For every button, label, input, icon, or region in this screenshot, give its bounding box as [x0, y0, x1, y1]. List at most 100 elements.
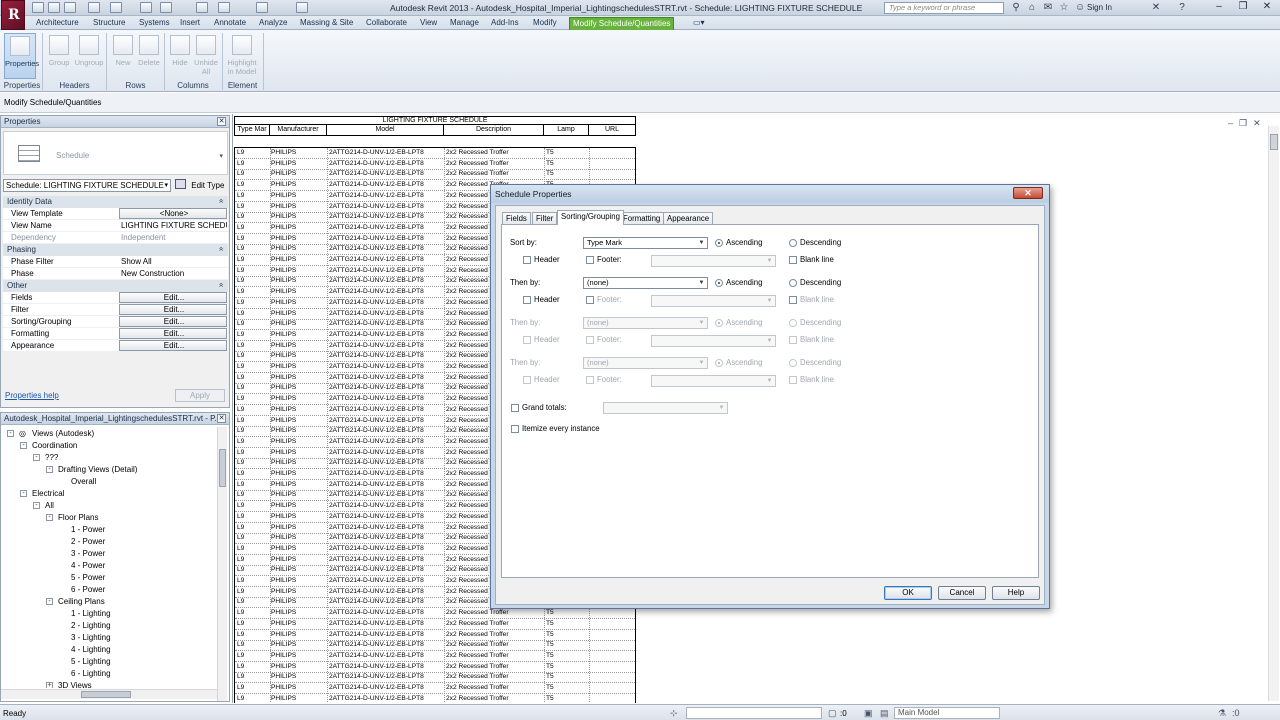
table-cell[interactable]: L9	[237, 426, 244, 436]
tab-collaborate[interactable]: Collaborate	[363, 17, 410, 30]
table-cell[interactable]: 2ATTG214-D-UNV-1/2-EB-LPT8	[329, 490, 424, 500]
table-cell[interactable]: L9	[237, 619, 244, 629]
search-input[interactable]: Type a keyword or phrase	[884, 2, 1004, 14]
table-cell[interactable]: L9	[237, 287, 244, 297]
table-cell[interactable]: 2ATTG214-D-UNV-1/2-EB-LPT8	[329, 255, 424, 265]
table-cell[interactable]: L9	[237, 469, 244, 479]
thin-lines-icon[interactable]	[256, 2, 268, 13]
table-cell[interactable]: L9	[237, 555, 244, 565]
property-edit-button[interactable]: Edit...	[119, 340, 227, 351]
tab-massing-site[interactable]: Massing & Site	[297, 17, 356, 30]
table-cell[interactable]: PHILIPS	[271, 458, 296, 468]
table-cell[interactable]: L9	[237, 640, 244, 650]
table-cell[interactable]: 2ATTG214-D-UNV-1/2-EB-LPT8	[329, 266, 424, 276]
table-cell[interactable]: PHILIPS	[271, 169, 296, 179]
table-row[interactable]: L9 PHILIPS 2ATTG214-D-UNV-1/2-EB-LPT8 2x2 R…	[235, 608, 635, 620]
table-cell[interactable]: L9	[237, 212, 244, 222]
table-cell[interactable]: L9	[237, 330, 244, 340]
table-cell[interactable]: PHILIPS	[271, 523, 296, 533]
table-cell[interactable]: PHILIPS	[271, 469, 296, 479]
table-cell[interactable]: T5	[546, 148, 554, 158]
help-icon[interactable]: ?	[1176, 2, 1188, 14]
tab-insert[interactable]: Insert	[177, 17, 203, 30]
table-cell[interactable]: 2x2 Recessed Troffer	[446, 672, 509, 682]
tab-manage[interactable]: Manage	[447, 17, 482, 30]
tree-toggle-icon[interactable]: -	[33, 454, 40, 461]
tree-toggle-icon[interactable]: -	[33, 502, 40, 509]
table-cell[interactable]: 2x2 Recessed Troffer	[446, 619, 509, 629]
ascending-radio[interactable]	[715, 239, 723, 247]
table-cell[interactable]: PHILIPS	[271, 309, 296, 319]
cancel-button[interactable]: Cancel	[938, 586, 986, 600]
table-cell[interactable]: L9	[237, 683, 244, 693]
table-cell[interactable]: L9	[237, 662, 244, 672]
table-cell[interactable]: PHILIPS	[271, 287, 296, 297]
tab-annotate[interactable]: Annotate	[211, 17, 249, 30]
tab-appearance[interactable]: Appearance	[663, 212, 714, 224]
table-row[interactable]: L9 PHILIPS 2ATTG214-D-UNV-1/2-EB-LPT8 2x2 R…	[235, 672, 635, 684]
table-cell[interactable]: PHILIPS	[271, 383, 296, 393]
property-edit-button[interactable]: Edit...	[119, 316, 227, 327]
sort-field-select[interactable]: (none) ▼	[583, 277, 708, 289]
table-cell[interactable]: L9	[237, 223, 244, 233]
table-cell[interactable]: PHILIPS	[271, 319, 296, 329]
table-cell[interactable]: 2ATTG214-D-UNV-1/2-EB-LPT8	[329, 523, 424, 533]
workset-field[interactable]	[686, 707, 822, 719]
column-header[interactable]: Manufacturer	[270, 125, 327, 135]
property-edit-button[interactable]: Edit...	[119, 328, 227, 339]
table-cell[interactable]: PHILIPS	[271, 202, 296, 212]
table-cell[interactable]: 2x2 Recessed Troffer	[446, 159, 509, 169]
tree-item[interactable]: 3 - Power	[71, 548, 105, 559]
table-cell[interactable]: 2ATTG214-D-UNV-1/2-EB-LPT8	[329, 555, 424, 565]
tab-systems[interactable]: Systems	[136, 17, 173, 30]
table-row[interactable]: L9 PHILIPS 2ATTG214-D-UNV-1/2-EB-LPT8 2x2 R…	[235, 619, 635, 630]
tree-toggle-icon[interactable]: -	[7, 430, 14, 437]
table-cell[interactable]: 2ATTG214-D-UNV-1/2-EB-LPT8	[329, 287, 424, 297]
table-cell[interactable]: 2ATTG214-D-UNV-1/2-EB-LPT8	[329, 383, 424, 393]
property-edit-button[interactable]: Edit...	[119, 304, 227, 315]
subscription-icon[interactable]: ⌂	[1026, 2, 1038, 14]
table-cell[interactable]: 2ATTG214-D-UNV-1/2-EB-LPT8	[329, 533, 424, 543]
table-row[interactable]: L9 PHILIPS 2ATTG214-D-UNV-1/2-EB-LPT8 2x2 R…	[235, 651, 635, 662]
tree-toggle-icon[interactable]: -	[20, 442, 27, 449]
table-cell[interactable]: L9	[237, 202, 244, 212]
table-cell[interactable]: L9	[237, 266, 244, 276]
property-value[interactable]: LIGHTING FIXTURE SCHEDU...	[119, 220, 227, 231]
table-cell[interactable]: PHILIPS	[271, 608, 296, 618]
table-cell[interactable]: T5	[546, 672, 554, 682]
table-cell[interactable]: PHILIPS	[271, 651, 296, 661]
table-cell[interactable]: 2ATTG214-D-UNV-1/2-EB-LPT8	[329, 512, 424, 522]
table-cell[interactable]: 2ATTG214-D-UNV-1/2-EB-LPT8	[329, 630, 424, 640]
itemize-checkbox[interactable]	[511, 425, 519, 433]
table-cell[interactable]: L9	[237, 351, 244, 361]
table-cell[interactable]: PHILIPS	[271, 341, 296, 351]
text-icon[interactable]	[196, 2, 208, 13]
blank-line-checkbox[interactable]	[789, 296, 797, 304]
table-cell[interactable]: 2ATTG214-D-UNV-1/2-EB-LPT8	[329, 405, 424, 415]
table-cell[interactable]: PHILIPS	[271, 330, 296, 340]
table-cell[interactable]: 2ATTG214-D-UNV-1/2-EB-LPT8	[329, 694, 424, 703]
table-cell[interactable]: PHILIPS	[271, 597, 296, 607]
property-group-phasing[interactable]: Phasing	[3, 244, 228, 256]
tree-item[interactable]: 3 - Lighting	[71, 632, 111, 643]
table-cell[interactable]: L9	[237, 180, 244, 190]
table-cell[interactable]: L9	[237, 544, 244, 554]
table-cell[interactable]: PHILIPS	[271, 191, 296, 201]
descending-radio[interactable]	[789, 279, 797, 287]
table-cell[interactable]: 2ATTG214-D-UNV-1/2-EB-LPT8	[329, 309, 424, 319]
unhide-all-button[interactable]: Unhide All	[190, 33, 222, 79]
table-cell[interactable]: 2ATTG214-D-UNV-1/2-EB-LPT8	[329, 576, 424, 586]
redo-icon[interactable]	[110, 2, 122, 13]
browser-vertical-scrollbar[interactable]	[217, 427, 227, 701]
table-cell[interactable]: 2x2 Recessed Troffer	[446, 662, 509, 672]
table-cell[interactable]: PHILIPS	[271, 223, 296, 233]
table-cell[interactable]: 2ATTG214-D-UNV-1/2-EB-LPT8	[329, 276, 424, 286]
close-icon[interactable]: ✕	[217, 414, 226, 423]
table-cell[interactable]: 2ATTG214-D-UNV-1/2-EB-LPT8	[329, 362, 424, 372]
table-row[interactable]: L9 PHILIPS 2ATTG214-D-UNV-1/2-EB-LPT8 2x2 R…	[235, 159, 635, 170]
table-cell[interactable]: T5	[546, 619, 554, 629]
table-cell[interactable]: L9	[237, 651, 244, 661]
tree-item[interactable]: 5 - Power	[71, 572, 105, 583]
table-cell[interactable]: L9	[237, 159, 244, 169]
table-cell[interactable]: PHILIPS	[271, 512, 296, 522]
